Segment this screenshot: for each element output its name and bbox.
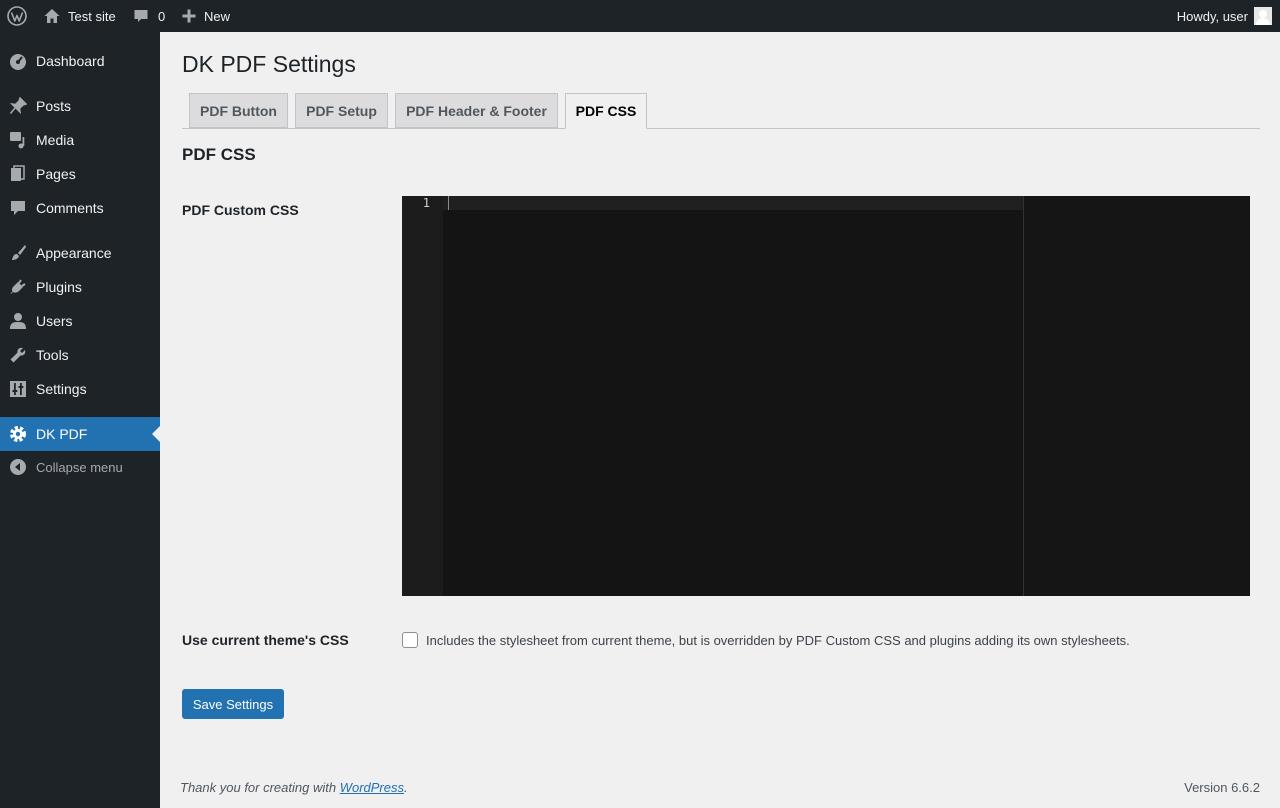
footer-thanks-prefix: Thank you for creating with <box>180 780 340 795</box>
wordpress-link[interactable]: WordPress <box>340 780 404 795</box>
footer-thanks-suffix: . <box>404 780 408 795</box>
comment-bubble-icon <box>134 10 148 22</box>
gear-icon <box>8 425 28 443</box>
admin-sidebar: Dashboard Posts Media Pages Comments App… <box>0 32 160 808</box>
sidebar-item-label: Users <box>36 313 73 329</box>
sidebar-item-media[interactable]: Media <box>0 123 160 157</box>
theme-css-checkbox[interactable] <box>402 632 418 648</box>
settings-icon <box>8 380 28 398</box>
wordpress-logo-icon <box>7 6 27 26</box>
tab-pdf-css[interactable]: PDF CSS <box>565 93 647 129</box>
new-content-link[interactable]: New <box>182 0 230 32</box>
sidebar-item-tools[interactable]: Tools <box>0 338 160 372</box>
sidebar-item-label: Dashboard <box>36 53 105 69</box>
current-menu-arrow <box>152 426 160 442</box>
sidebar-item-label: Settings <box>36 381 87 397</box>
sidebar-item-label: DK PDF <box>36 426 88 442</box>
sidebar-item-posts[interactable]: Posts <box>0 89 160 123</box>
editor-gutter: 1 <box>402 196 443 596</box>
sidebar-item-label: Appearance <box>36 245 112 261</box>
comment-icon <box>8 199 28 217</box>
theme-css-label: Use current theme's CSS <box>182 632 349 648</box>
home-icon <box>44 9 60 23</box>
sidebar-item-pages[interactable]: Pages <box>0 157 160 191</box>
footer-version: Version 6.6.2 <box>1184 780 1260 795</box>
sidebar-item-label: Media <box>36 132 75 148</box>
save-settings-button[interactable]: Save Settings <box>182 689 284 719</box>
theme-css-description: Includes the stylesheet from current the… <box>426 633 1130 648</box>
sidebar-item-label: Pages <box>36 166 76 182</box>
site-name-link[interactable]: Test site <box>43 0 116 32</box>
admin-bar: Test site 0 New Howdy, user <box>0 0 1280 32</box>
comments-link[interactable]: 0 <box>133 0 165 32</box>
comments-count: 0 <box>158 8 166 24</box>
avatar <box>1254 7 1272 25</box>
css-code-editor[interactable]: 1 <box>402 196 1250 596</box>
editor-print-margin-area <box>1024 196 1250 596</box>
sidebar-item-comments[interactable]: Comments <box>0 191 160 225</box>
footer-thanks: Thank you for creating with WordPress. <box>180 780 408 795</box>
sidebar-item-label: Tools <box>36 347 69 363</box>
sidebar-item-settings[interactable]: Settings <box>0 372 160 406</box>
editor-cursor <box>448 196 449 210</box>
new-label: New <box>204 8 231 24</box>
howdy-label: Howdy, user <box>1176 8 1248 24</box>
main-content: DK PDF Settings PDF Button PDF Setup PDF… <box>160 32 1280 808</box>
custom-css-label: PDF Custom CSS <box>182 202 299 218</box>
plugin-icon <box>8 278 28 296</box>
user-icon <box>8 312 28 330</box>
collapse-menu-label: Collapse menu <box>36 459 123 475</box>
sidebar-item-plugins[interactable]: Plugins <box>0 270 160 304</box>
media-icon <box>8 131 28 149</box>
page-title: DK PDF Settings <box>182 51 356 77</box>
pin-icon <box>8 97 28 115</box>
sidebar-item-label: Comments <box>36 200 104 216</box>
section-title: PDF CSS <box>182 145 256 164</box>
plus-icon <box>182 9 196 23</box>
settings-tabs: PDF Button PDF Setup PDF Header & Footer… <box>182 93 1260 129</box>
brush-icon <box>8 244 28 262</box>
sidebar-item-users[interactable]: Users <box>0 304 160 338</box>
wrench-icon <box>8 346 28 364</box>
tab-pdf-setup[interactable]: PDF Setup <box>295 93 388 128</box>
sidebar-item-label: Plugins <box>36 279 82 295</box>
sidebar-item-dashboard[interactable]: Dashboard <box>0 44 160 78</box>
sidebar-item-dk-pdf[interactable]: DK PDF <box>0 417 160 451</box>
sidebar-item-appearance[interactable]: Appearance <box>0 236 160 270</box>
dashboard-icon <box>8 52 28 70</box>
my-account-link[interactable]: Howdy, user <box>1177 0 1272 32</box>
tab-pdf-header-footer[interactable]: PDF Header & Footer <box>395 93 558 128</box>
collapse-menu-button[interactable]: Collapse menu <box>0 450 160 484</box>
sidebar-item-label: Posts <box>36 98 72 114</box>
collapse-icon <box>8 458 28 476</box>
line-number: 1 <box>422 196 430 210</box>
wordpress-logo-button[interactable] <box>7 0 27 32</box>
site-name-label: Test site <box>68 8 116 24</box>
pages-icon <box>8 165 28 183</box>
tab-pdf-button[interactable]: PDF Button <box>189 93 288 128</box>
